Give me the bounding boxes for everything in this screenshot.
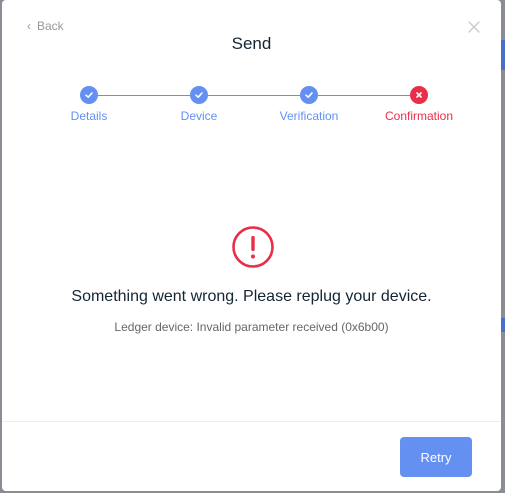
send-modal: ‹ Back Send Details Device Verification … (2, 0, 501, 491)
check-icon (305, 92, 313, 98)
back-button[interactable]: ‹ Back (27, 19, 64, 33)
check-icon (195, 92, 203, 98)
step-label: Device (180, 109, 218, 123)
step-status-dot (80, 86, 98, 104)
back-label: Back (37, 19, 64, 33)
step-device: Device (144, 86, 254, 123)
step-label: Details (70, 109, 108, 123)
close-button[interactable] (467, 20, 481, 34)
step-label: Verification (279, 109, 339, 123)
cross-icon (416, 92, 422, 98)
step-details: Details (34, 86, 144, 123)
footer-divider (2, 421, 501, 422)
step-label: Confirmation (384, 109, 454, 123)
close-icon (468, 21, 480, 33)
step-verification: Verification (254, 86, 364, 123)
step-status-dot (190, 86, 208, 104)
chevron-left-icon: ‹ (27, 19, 31, 33)
step-confirmation: Confirmation (364, 86, 474, 123)
error-title: Something went wrong. Please replug your… (71, 288, 432, 305)
step-status-dot (410, 86, 428, 104)
step-status-dot (300, 86, 318, 104)
retry-button[interactable]: Retry (400, 437, 472, 477)
check-icon (85, 92, 93, 98)
error-description: Ledger device: Invalid parameter receive… (114, 320, 389, 334)
modal-title: Send (231, 34, 272, 53)
stepper: Details Device Verification Confirmation (52, 86, 453, 130)
alert-circle-icon (232, 226, 274, 268)
